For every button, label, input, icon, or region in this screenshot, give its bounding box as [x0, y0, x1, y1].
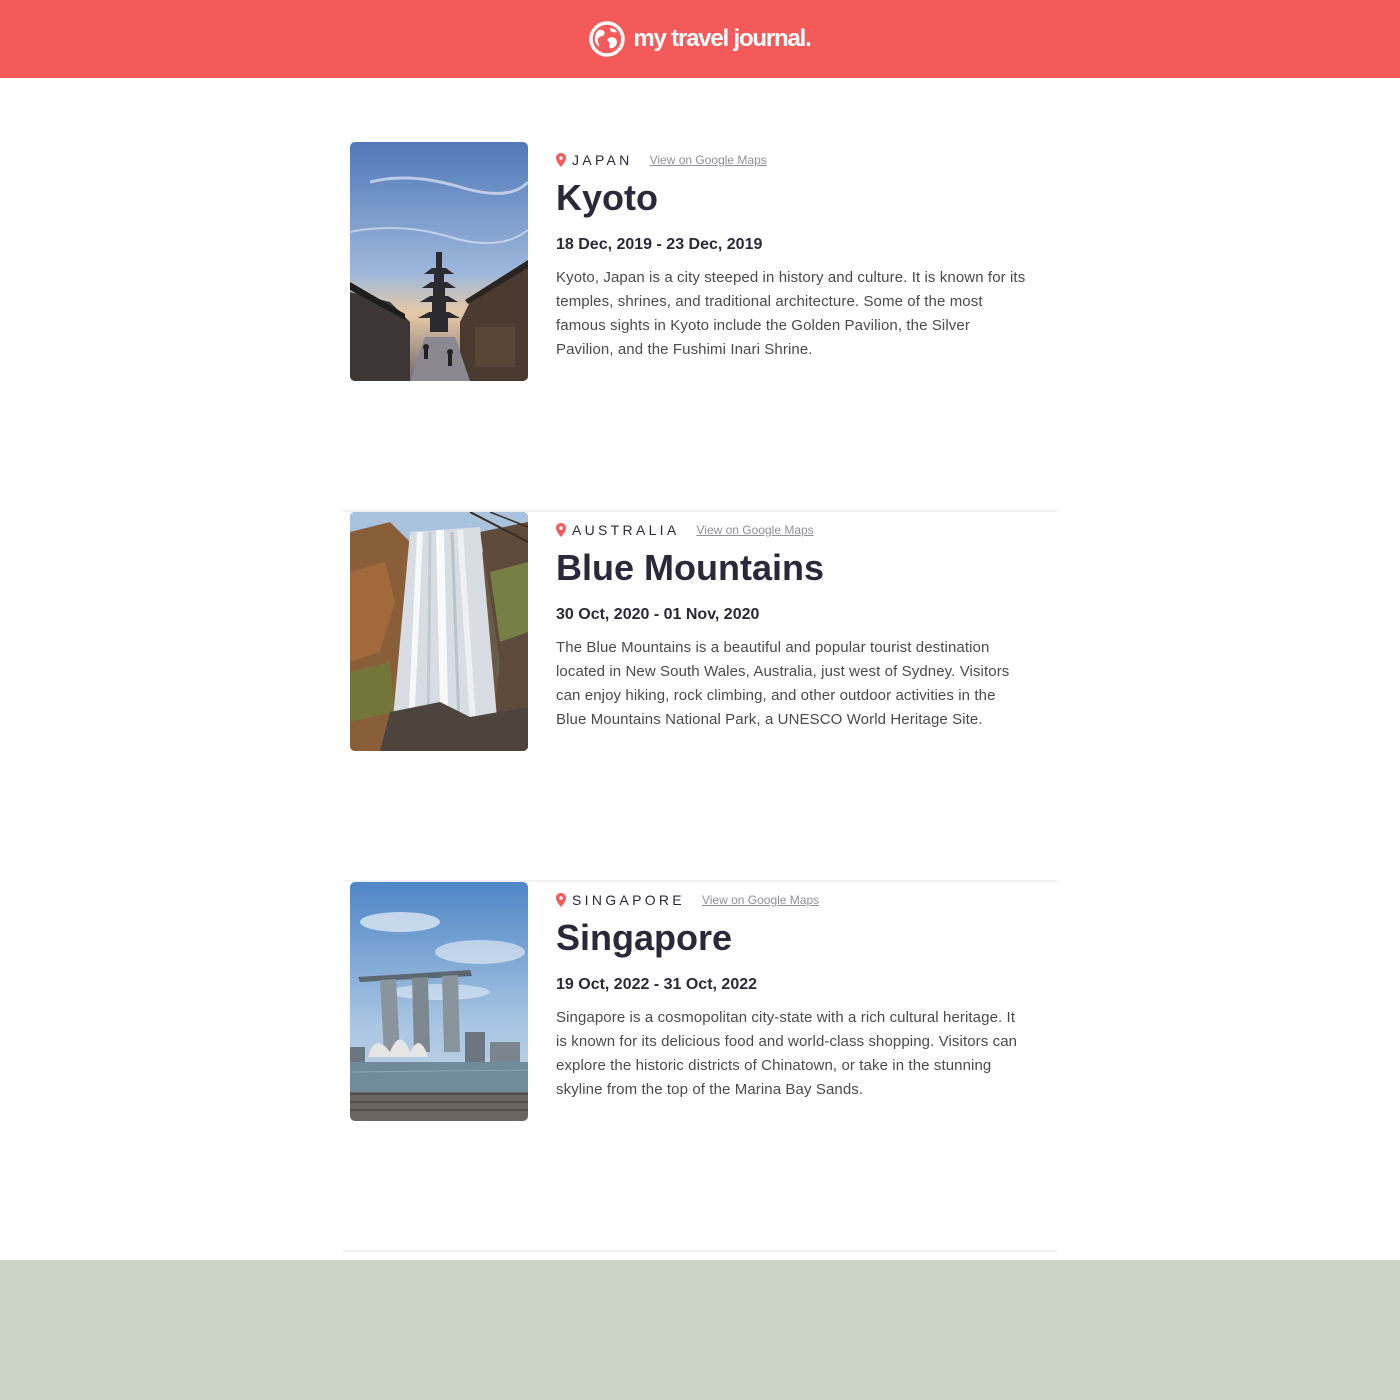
- entry-title: Kyoto: [556, 177, 658, 218]
- location-pin-icon: [556, 523, 566, 537]
- journal-entry: JAPAN View on Google Maps Kyoto 18 Dec, …: [343, 142, 1057, 512]
- navbar: my travel journal.: [0, 0, 1400, 78]
- country-label: AUSTRALIA: [572, 522, 680, 538]
- entry-description: Kyoto, Japan is a city steeped in histor…: [556, 269, 1026, 358]
- location-row: SINGAPORE View on Google Maps: [556, 890, 1026, 910]
- brand-name[interactable]: my travel journal.: [633, 25, 811, 53]
- entry-dates: 19 Oct, 2022 - 31 Oct, 2022: [556, 976, 758, 993]
- entry-dates: 30 Oct, 2020 - 01 Nov, 2020: [556, 606, 760, 623]
- entry-info: JAPAN View on Google Maps Kyoto 18 Dec, …: [556, 150, 1026, 362]
- entry-info: SINGAPORE View on Google Maps Singapore …: [556, 890, 1026, 1102]
- location-row: JAPAN View on Google Maps: [556, 150, 1026, 170]
- google-maps-link[interactable]: View on Google Maps: [702, 893, 819, 907]
- journal-list: JAPAN View on Google Maps Kyoto 18 Dec, …: [343, 78, 1057, 1252]
- entry-description: Singapore is a cosmopolitan city-state w…: [556, 1009, 1018, 1098]
- waterfall-photo: [350, 512, 528, 751]
- location-pin-icon: [556, 153, 566, 167]
- location-pin-icon: [556, 893, 566, 907]
- country-label: JAPAN: [572, 152, 633, 168]
- entry-dates: 18 Dec, 2019 - 23 Dec, 2019: [556, 236, 763, 253]
- entry-description: The Blue Mountains is a beautiful and po…: [556, 639, 1010, 728]
- journal-entry: AUSTRALIA View on Google Maps Blue Mount…: [343, 512, 1057, 882]
- entry-title: Singapore: [556, 917, 733, 958]
- kyoto-pagoda-photo: [350, 142, 528, 381]
- page-footer: [0, 1260, 1400, 1400]
- entry-info: AUSTRALIA View on Google Maps Blue Mount…: [556, 520, 1026, 732]
- globe-icon: [589, 21, 626, 57]
- marina-bay-photo: [350, 882, 528, 1121]
- entry-title: Blue Mountains: [556, 547, 824, 588]
- journal-entry: SINGAPORE View on Google Maps Singapore …: [343, 882, 1057, 1252]
- google-maps-link[interactable]: View on Google Maps: [650, 153, 767, 167]
- location-row: AUSTRALIA View on Google Maps: [556, 520, 1026, 540]
- country-label: SINGAPORE: [572, 892, 685, 908]
- google-maps-link[interactable]: View on Google Maps: [697, 523, 814, 537]
